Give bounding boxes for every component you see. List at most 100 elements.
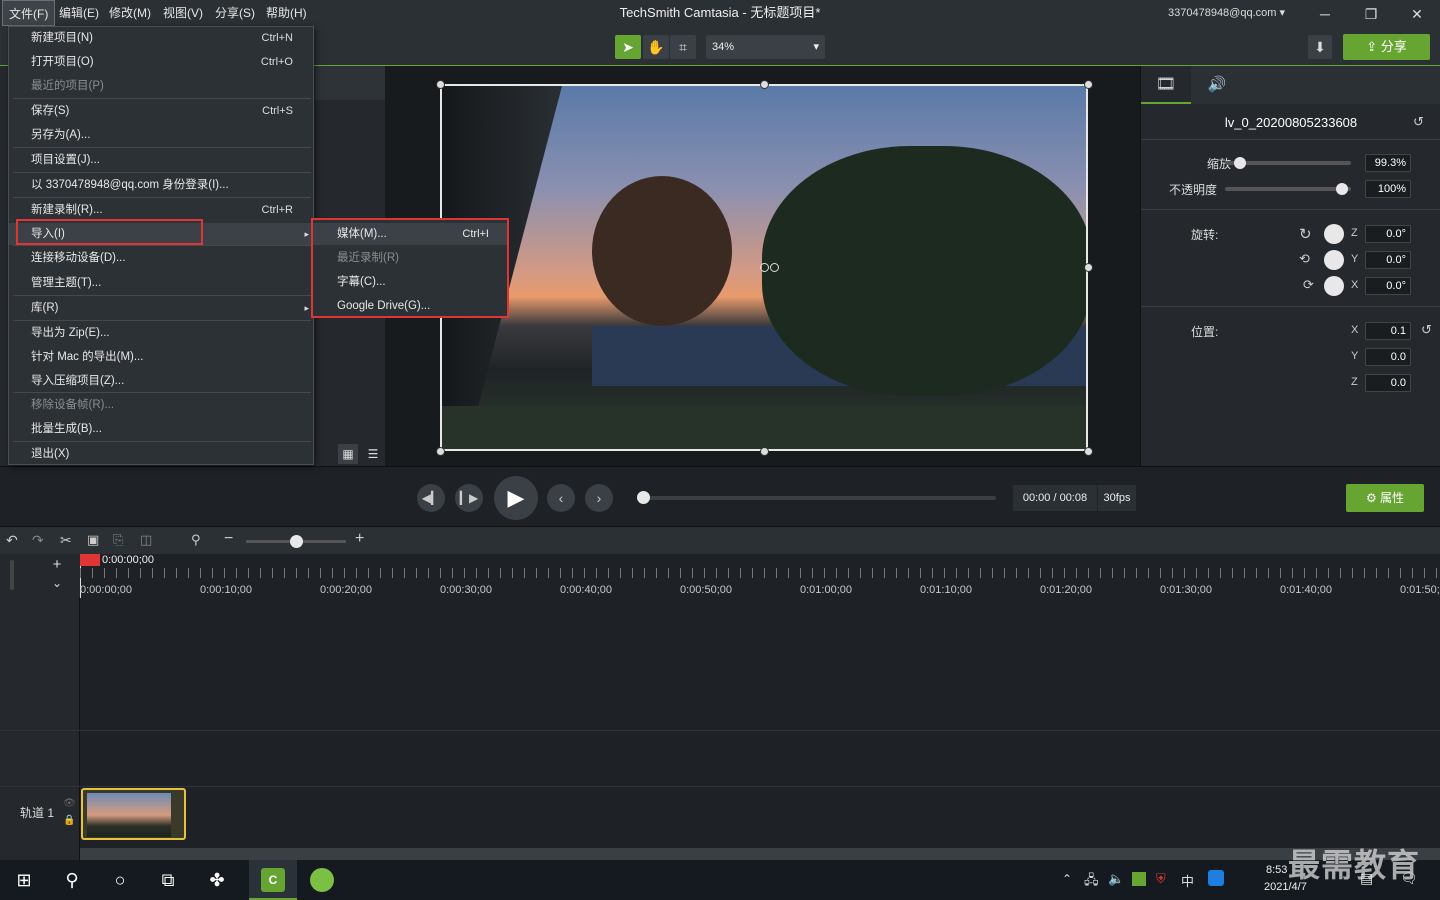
import-submenu-item[interactable]: 字幕(C)... <box>313 271 507 293</box>
task-view-icon[interactable]: ⧉ <box>156 868 180 892</box>
undo-icon[interactable]: ↶ <box>6 532 18 549</box>
track-height-slider[interactable] <box>10 560 14 590</box>
chevron-down-icon[interactable]: ⌄ <box>42 576 72 596</box>
search-icon[interactable]: ⚲ <box>60 868 84 892</box>
reset-icon[interactable]: ↺ <box>1413 114 1424 130</box>
playhead-marker[interactable] <box>80 554 100 566</box>
rotation-z-dial[interactable] <box>1324 224 1344 244</box>
file-menu-item[interactable]: 新建录制(R)... Ctrl+R <box>9 199 313 221</box>
zoom-out-icon[interactable]: − <box>224 530 233 548</box>
menu-file[interactable]: 文件(F) <box>2 0 56 26</box>
menu-help[interactable]: 帮助(H) <box>260 0 313 26</box>
scale-input[interactable]: 99.3% <box>1365 154 1411 172</box>
menu-view[interactable]: 视图(V) <box>157 0 209 26</box>
opacity-slider-knob[interactable] <box>1335 183 1348 195</box>
file-menu-item[interactable]: 退出(X) <box>9 443 313 465</box>
file-menu-item[interactable]: 导入压缩项目(Z)... <box>9 370 313 392</box>
scrub-knob[interactable] <box>637 491 650 504</box>
position-z-input[interactable]: 0.0 <box>1365 374 1411 392</box>
copy-icon[interactable]: ▣ <box>87 532 99 548</box>
file-menu-item[interactable]: 管理主题(T)... <box>9 272 313 294</box>
file-menu-item[interactable]: 以 3370478948@qq.com 身份登录(I)... <box>9 174 313 196</box>
shield-icon[interactable]: ⛨ <box>1156 871 1166 887</box>
file-menu-item[interactable]: 打开项目(O) Ctrl+O <box>9 51 313 73</box>
resize-handle[interactable] <box>1084 80 1093 89</box>
rotation-y-dial[interactable] <box>1324 250 1344 270</box>
audio-props-tab[interactable]: 🔊 <box>1193 66 1241 104</box>
file-menu-item[interactable]: 库(R) ▸ <box>9 297 313 319</box>
select-tool-button[interactable]: ➤ <box>615 35 641 59</box>
maximize-button[interactable]: ❐ <box>1348 0 1394 28</box>
camtasia-taskbar-button[interactable]: C <box>249 860 297 900</box>
resize-handle[interactable] <box>1084 263 1093 272</box>
app-pinwheel-icon[interactable]: ✤ <box>205 868 229 892</box>
cortana-icon[interactable]: ○ <box>108 868 132 892</box>
ime-indicator[interactable]: 中 <box>1181 871 1194 890</box>
file-menu-item[interactable]: 移除设备帧(R)... <box>9 394 313 416</box>
scale-slider-track[interactable] <box>1225 157 1351 169</box>
file-menu-item[interactable]: 批量生成(B)... <box>9 418 313 440</box>
scale-slider-knob[interactable] <box>1234 157 1247 169</box>
reset-icon[interactable]: ↺ <box>1421 322 1432 338</box>
file-menu-item[interactable]: 新建项目(N) Ctrl+N <box>9 27 313 49</box>
cut-icon[interactable]: ✂ <box>60 532 72 549</box>
qq-icon[interactable] <box>1208 870 1224 886</box>
redo-icon[interactable]: ↷ <box>32 532 44 549</box>
file-menu-item[interactable]: 导出为 Zip(E)... <box>9 322 313 344</box>
play-button[interactable]: ▶ <box>494 476 538 520</box>
import-submenu-item[interactable]: 媒体(M)... Ctrl+I <box>313 223 507 245</box>
chevron-up-icon[interactable]: ⌃ <box>1062 872 1072 886</box>
nvidia-icon[interactable] <box>1132 872 1146 886</box>
timeline-scrollbar[interactable] <box>80 848 1440 860</box>
rotation-z-input[interactable]: 0.0° <box>1365 225 1411 243</box>
share-button[interactable]: ⇪ 分享 <box>1343 34 1430 60</box>
paste-icon[interactable]: ⎘ <box>113 532 123 548</box>
file-menu-item[interactable]: 最近的项目(P) <box>9 75 313 97</box>
eye-icon[interactable]: 👁 <box>63 798 76 809</box>
position-x-input[interactable]: 0.1 <box>1365 322 1411 340</box>
resize-handle[interactable] <box>436 447 445 456</box>
volume-icon[interactable]: 🔈 <box>1108 871 1124 887</box>
resize-handle[interactable] <box>436 80 445 89</box>
next-marker-button[interactable]: › <box>585 484 613 512</box>
timeline-zoom-knob[interactable] <box>290 535 303 548</box>
download-button[interactable]: ⬇ <box>1308 35 1332 59</box>
rotation-handle[interactable] <box>770 263 779 272</box>
account-menu[interactable]: 3370478948@qq.com ▾ <box>1168 0 1285 26</box>
properties-button[interactable]: ⚙ 属性 <box>1346 484 1424 512</box>
resize-handle[interactable] <box>760 447 769 456</box>
position-y-input[interactable]: 0.0 <box>1365 348 1411 366</box>
add-track-button[interactable]: + <box>42 556 72 576</box>
crop-tool-button[interactable]: ⌗ <box>670 35 696 59</box>
visual-props-tab[interactable]: 🎞 <box>1141 66 1191 104</box>
rotation-handle[interactable] <box>760 263 769 272</box>
import-submenu-item[interactable]: Google Drive(G)... <box>313 295 507 317</box>
opacity-slider-track[interactable] <box>1225 183 1351 195</box>
network-icon[interactable]: 🖧 <box>1084 871 1099 893</box>
resize-handle[interactable] <box>760 80 769 89</box>
file-menu-item[interactable]: 保存(S) Ctrl+S <box>9 100 313 122</box>
file-menu-item[interactable]: 连接移动设备(D)... <box>9 247 313 269</box>
step-back-button[interactable]: ◀▎ <box>417 484 445 512</box>
resize-handle[interactable] <box>1084 447 1093 456</box>
watermelon-app-icon[interactable] <box>310 868 334 892</box>
minimize-button[interactable]: ─ <box>1302 0 1348 28</box>
file-menu-item[interactable]: 针对 Mac 的导出(M)... <box>9 346 313 368</box>
pan-tool-button[interactable]: ✋ <box>643 35 669 59</box>
prev-marker-button[interactable]: ‹ <box>547 484 575 512</box>
rotation-x-input[interactable]: 0.0° <box>1365 277 1411 295</box>
rotation-y-input[interactable]: 0.0° <box>1365 251 1411 269</box>
opacity-input[interactable]: 100% <box>1365 180 1411 198</box>
search-icon[interactable]: ⚲ <box>191 532 201 548</box>
timeline-ruler[interactable]: 0:00:00;00 0:00:00;00 0:00:10;00 0:00:20;0… <box>80 554 1440 860</box>
split-icon[interactable]: ◫ <box>140 532 152 548</box>
zoom-select[interactable]: 34% ▾ <box>706 35 825 59</box>
rotation-x-dial[interactable] <box>1324 276 1344 296</box>
lock-icon[interactable]: 🔒 <box>63 815 75 826</box>
windows-start-icon[interactable]: ⊞ <box>12 868 36 892</box>
file-menu-item[interactable]: 项目设置(J)... <box>9 149 313 171</box>
close-button[interactable]: ✕ <box>1394 0 1440 28</box>
list-view-icon[interactable]: ☰ <box>363 444 383 464</box>
grid-view-icon[interactable]: ▦ <box>338 444 358 464</box>
import-submenu-item[interactable]: 最近录制(R) <box>313 247 507 269</box>
